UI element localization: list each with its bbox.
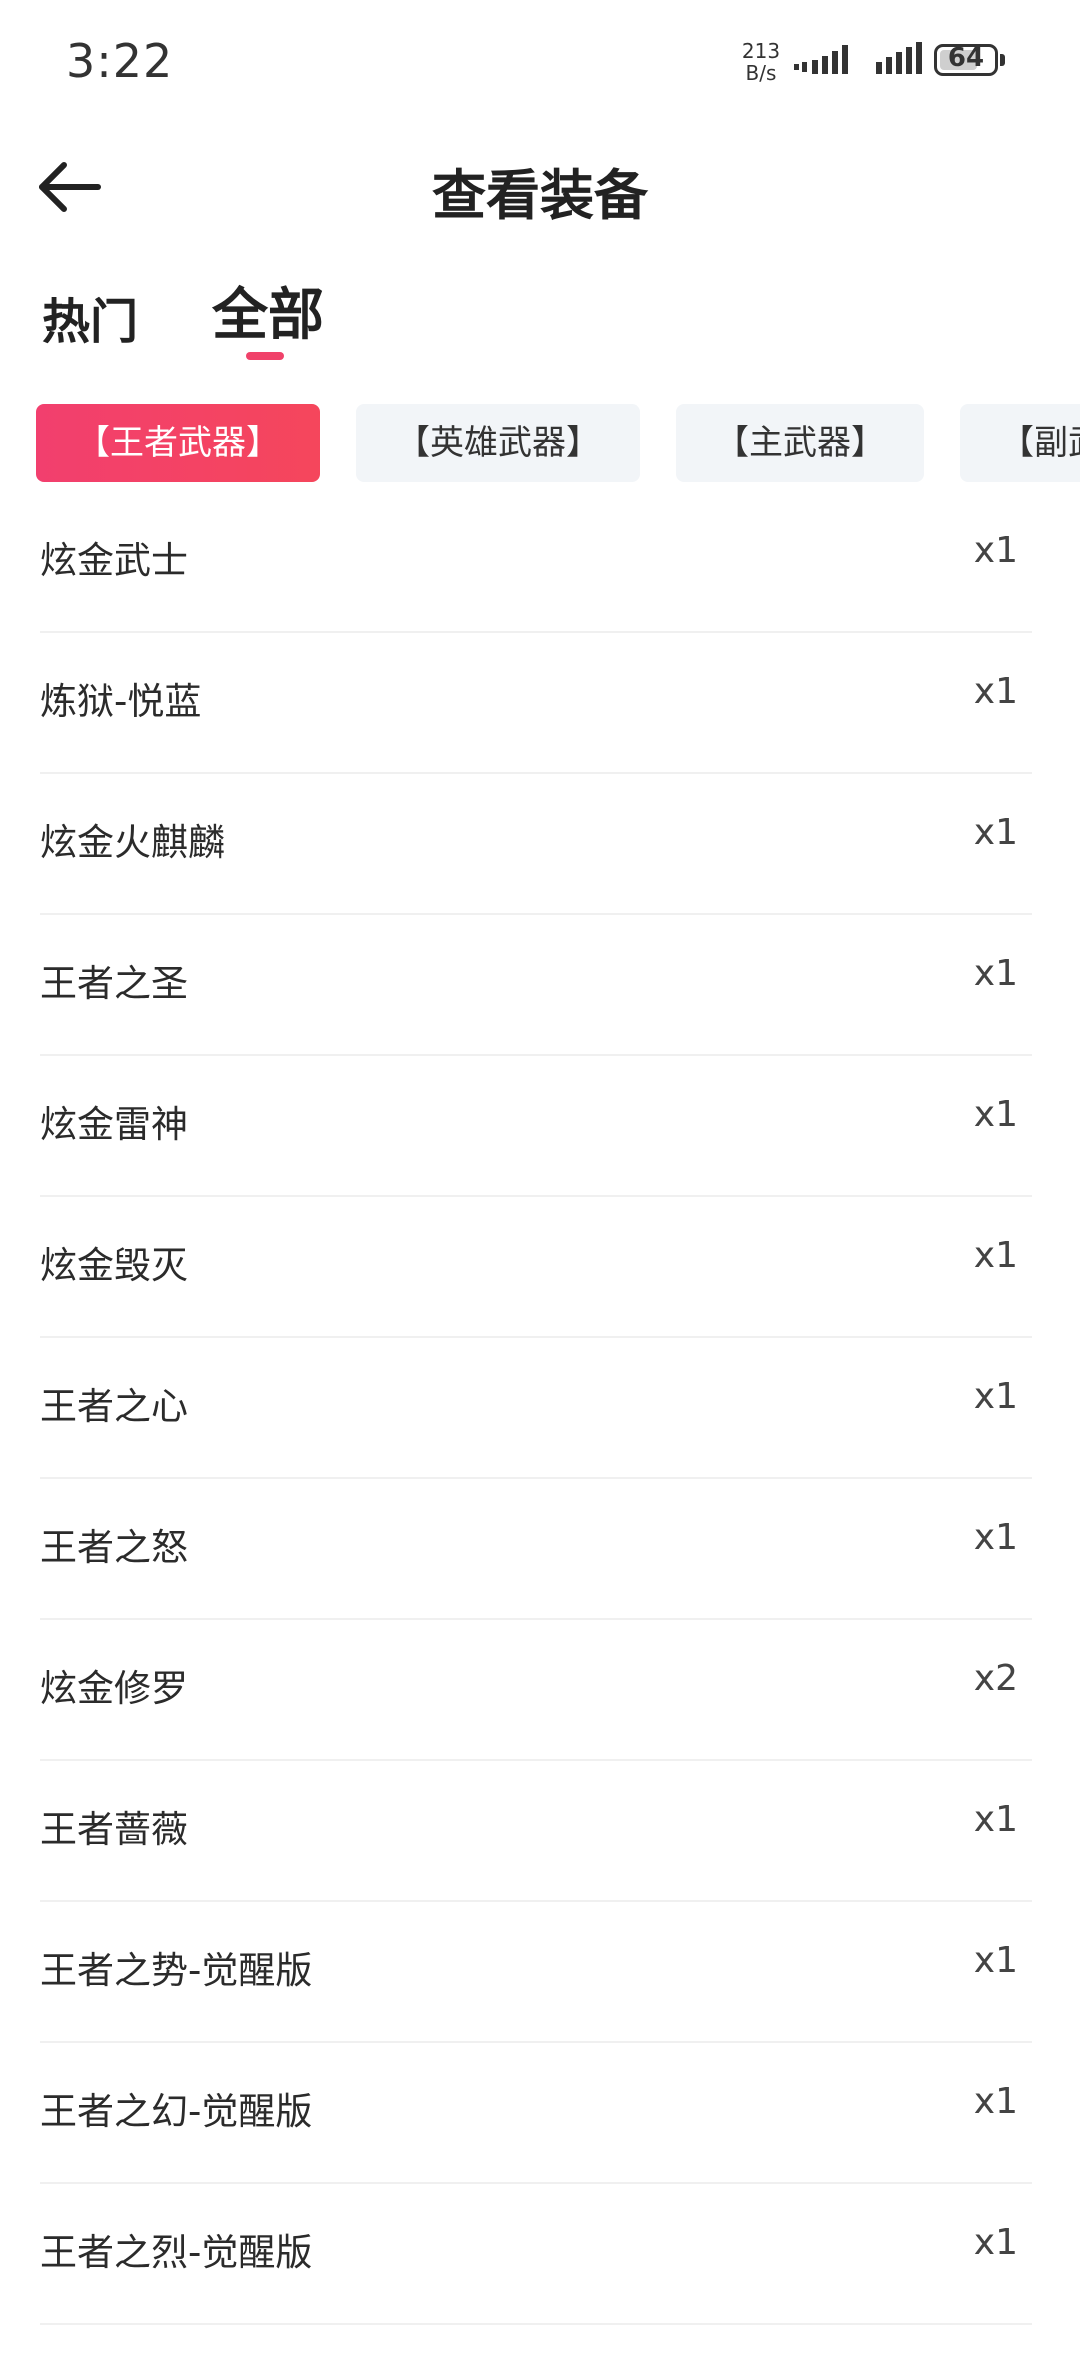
category-chip-secondary-weapon[interactable]: 【副武器】 xyxy=(960,404,1080,482)
list-item[interactable]: 炫金火麒麟 x1 xyxy=(40,774,1032,915)
item-name: 王者蔷薇 xyxy=(40,1808,188,1851)
item-name: 炫金火麒麟 xyxy=(40,821,225,864)
network-speed-value: 213 xyxy=(741,39,781,63)
network-speed-unit: B/s xyxy=(745,61,777,85)
item-count: x1 xyxy=(973,671,1018,712)
item-count: x1 xyxy=(973,1799,1018,1840)
item-name: 王者之势-觉醒版 xyxy=(40,1949,313,1992)
list-item[interactable]: 王者之心 x1 xyxy=(40,1338,1032,1479)
category-chip-primary-weapon[interactable]: 【主武器】 xyxy=(676,404,924,482)
item-count: x1 xyxy=(973,953,1018,994)
item-count: x1 xyxy=(973,2222,1018,2263)
status-time: 3:22 xyxy=(66,34,174,88)
page-title: 查看装备 xyxy=(432,164,648,227)
list-item[interactable]: 炫金武士 x1 xyxy=(40,492,1032,633)
list-item[interactable]: 炫金毁灭 x1 xyxy=(40,1197,1032,1338)
item-name: 王者之圣 xyxy=(40,962,188,1005)
item-count: x1 xyxy=(973,2081,1018,2122)
tab-bar: 热门 全部 xyxy=(0,260,1080,370)
header: 查看装备 xyxy=(0,125,1080,245)
item-count: x1 xyxy=(973,812,1018,853)
item-name: 炼狱-悦蓝 xyxy=(40,680,202,723)
item-name: 王者之烈-觉醒版 xyxy=(40,2231,313,2274)
active-tab-indicator xyxy=(246,352,284,360)
battery-icon: 64 xyxy=(934,43,998,76)
status-bar: 3:22 213 B/s 64 xyxy=(0,0,1080,125)
page: 3:22 213 B/s 64 查看装备 热门 全部 【王者武器】 【英雄武器】… xyxy=(0,0,1080,2373)
item-name: 炫金雷神 xyxy=(40,1103,188,1146)
item-count: x1 xyxy=(973,1235,1018,1276)
item-count: x2 xyxy=(973,1658,1018,1699)
list-item[interactable]: 炼狱-悦蓝 x1 xyxy=(40,633,1032,774)
list-item[interactable]: 炫金修罗 x2 xyxy=(40,1620,1032,1761)
tab-hot[interactable]: 热门 xyxy=(42,282,138,352)
equipment-list: 炫金武士 x1 炼狱-悦蓝 x1 炫金火麒麟 x1 王者之圣 x1 炫金雷神 x… xyxy=(0,492,1080,2325)
battery-level: 64 xyxy=(947,43,985,73)
network-speed: 213 B/s xyxy=(738,40,784,84)
signal-strength-icon xyxy=(794,45,848,74)
item-name: 王者之心 xyxy=(40,1385,188,1428)
item-count: x1 xyxy=(973,1517,1018,1558)
list-item[interactable]: 王者之烈-觉醒版 x1 xyxy=(40,2184,1032,2325)
signal-strength-icon xyxy=(876,42,922,74)
battery-tip xyxy=(1000,54,1005,66)
category-chip-king-weapon[interactable]: 【王者武器】 xyxy=(36,404,320,482)
list-item[interactable]: 王者之怒 x1 xyxy=(40,1479,1032,1620)
item-count: x1 xyxy=(973,1376,1018,1417)
item-count: x1 xyxy=(973,1094,1018,1135)
list-item[interactable]: 王者之圣 x1 xyxy=(40,915,1032,1056)
item-count: x1 xyxy=(973,530,1018,571)
tab-all[interactable]: 全部 xyxy=(212,270,324,351)
category-chip-hero-weapon[interactable]: 【英雄武器】 xyxy=(356,404,640,482)
item-name: 炫金毁灭 xyxy=(40,1244,188,1287)
item-name: 炫金修罗 xyxy=(40,1667,188,1710)
item-name: 王者之怒 xyxy=(40,1526,188,1569)
list-item[interactable]: 王者蔷薇 x1 xyxy=(40,1761,1032,1902)
item-name: 炫金武士 xyxy=(40,539,188,582)
item-count: x1 xyxy=(973,1940,1018,1981)
list-item[interactable]: 王者之势-觉醒版 x1 xyxy=(40,1902,1032,2043)
list-item[interactable]: 炫金雷神 x1 xyxy=(40,1056,1032,1197)
list-item[interactable]: 王者之幻-觉醒版 x1 xyxy=(40,2043,1032,2184)
item-name: 王者之幻-觉醒版 xyxy=(40,2090,313,2133)
category-chips: 【王者武器】 【英雄武器】 【主武器】 【副武器】 xyxy=(0,404,1080,484)
